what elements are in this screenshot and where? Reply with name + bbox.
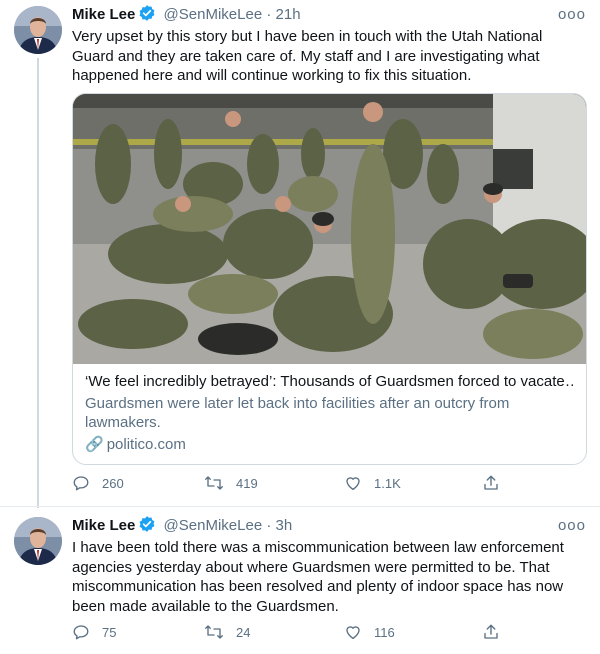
verified-badge-icon	[138, 515, 156, 540]
separator-dot: ·	[266, 517, 272, 534]
author-handle[interactable]: @SenMikeLee	[164, 6, 263, 23]
avatar[interactable]	[14, 517, 62, 565]
retweet-icon	[205, 625, 223, 639]
verified-badge-icon	[138, 4, 156, 29]
tweet-header: Mike Lee @SenMikeLee · 3h ooo	[72, 515, 586, 537]
tweet-2[interactable]: Mike Lee @SenMikeLee · 3h ooo I have bee…	[0, 506, 600, 654]
like-count: 116	[374, 624, 395, 640]
separator-dot: ·	[266, 6, 272, 23]
like-button[interactable]: 116	[344, 623, 395, 641]
tweet-text: Very upset by this story but I have been…	[72, 28, 543, 84]
share-button[interactable]	[482, 474, 512, 492]
heart-icon	[346, 626, 360, 640]
tweet-header: Mike Lee @SenMikeLee · 21h ooo	[72, 4, 586, 26]
avatar-portrait-icon	[14, 517, 62, 565]
card-text[interactable]: ‘We feel incredibly betrayed’: Thousands…	[85, 372, 574, 454]
reply-count: 75	[102, 624, 117, 640]
retweet-button[interactable]: 419	[204, 474, 258, 492]
reply-button[interactable]: 260	[72, 474, 124, 492]
author-handle[interactable]: @SenMikeLee	[164, 517, 263, 534]
reply-count: 260	[102, 475, 124, 491]
retweet-count: 419	[236, 475, 258, 491]
heart-icon	[346, 477, 360, 491]
more-options-icon[interactable]: ooo	[558, 4, 586, 26]
author-name[interactable]: Mike Lee	[72, 6, 135, 23]
tweet-timestamp[interactable]: 3h	[276, 517, 293, 534]
author-name[interactable]: Mike Lee	[72, 517, 135, 534]
retweet-button[interactable]: 24	[204, 623, 250, 641]
guardsmen-photo	[73, 94, 586, 364]
link-card[interactable]: ‘We feel incredibly betrayed’: Thousands…	[72, 93, 587, 465]
tweet-timestamp[interactable]: 21h	[276, 6, 301, 23]
tweet-text: I have been told there was a miscommunic…	[72, 539, 564, 615]
more-options-icon[interactable]: ooo	[558, 515, 586, 537]
like-count: 1.1K	[374, 475, 401, 491]
reply-icon	[73, 625, 89, 640]
like-button[interactable]: 1.1K	[344, 474, 401, 492]
retweet-count: 24	[236, 624, 251, 640]
avatar[interactable]	[14, 6, 62, 54]
share-icon	[484, 475, 498, 490]
tweet-actions: 75 24 116	[72, 623, 512, 643]
card-description: Guardsmen were later let back into facil…	[85, 394, 510, 432]
thread-connector	[37, 58, 39, 508]
card-title[interactable]: ‘We feel incredibly betrayed’: Thousands…	[85, 372, 574, 392]
reply-icon	[73, 476, 89, 491]
retweet-icon	[205, 476, 223, 490]
share-button[interactable]	[482, 623, 512, 641]
tweet-actions: 260 419 1.1K	[72, 474, 512, 494]
card-domain-text: politico.com	[106, 435, 186, 453]
link-icon: 🔗	[85, 435, 104, 453]
share-icon	[484, 624, 498, 639]
reply-button[interactable]: 75	[72, 623, 116, 641]
card-domain[interactable]: 🔗 politico.com	[85, 435, 574, 455]
tweet-1[interactable]: Mike Lee @SenMikeLee · 21h ooo Very upse…	[0, 0, 600, 508]
avatar-portrait-icon	[14, 6, 62, 54]
card-image[interactable]	[73, 94, 586, 364]
